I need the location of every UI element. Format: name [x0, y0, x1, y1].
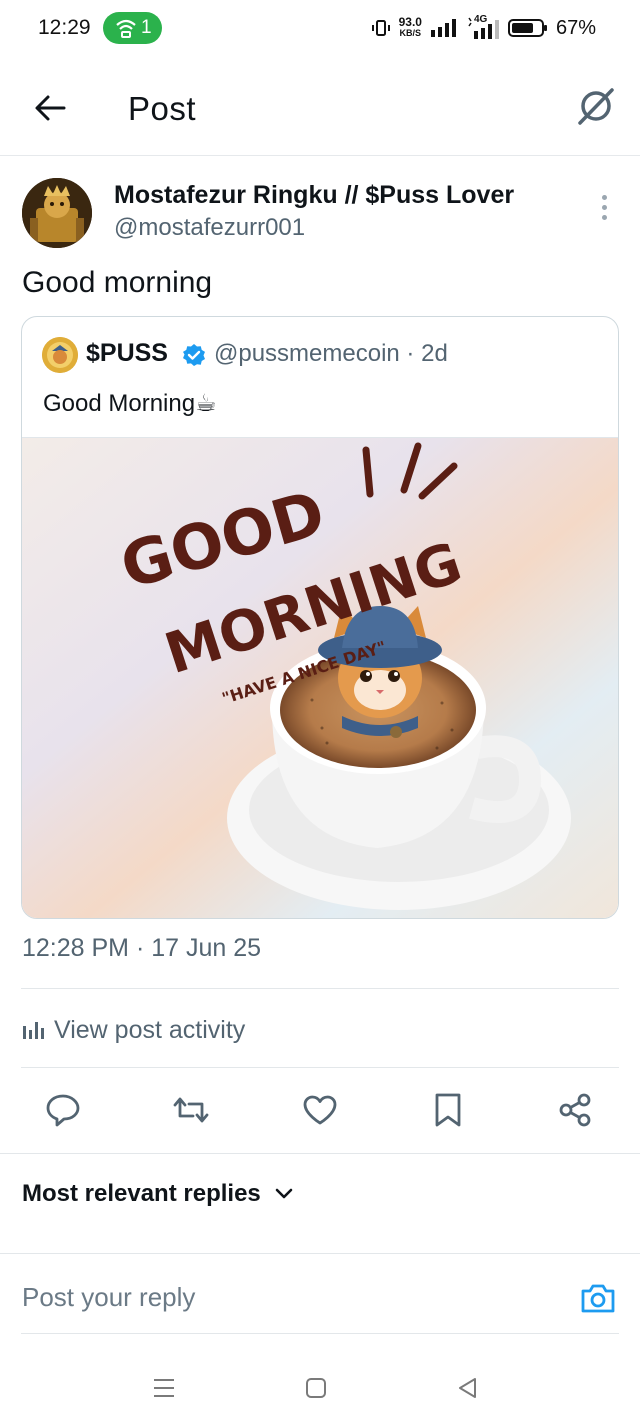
verified-badge-icon — [183, 344, 205, 366]
repost-button[interactable] — [169, 1088, 213, 1132]
divider — [21, 1067, 619, 1068]
quoted-post-card[interactable]: $PUSS @pussmemecoin · 2d Good Morning☕ G… — [21, 316, 619, 919]
quoted-handle-time: @pussmemecoin · 2d — [214, 340, 448, 367]
signal-4g-indicator: 4G — [466, 14, 500, 40]
avatar-image — [22, 178, 92, 248]
quoted-avatar[interactable] — [42, 337, 78, 373]
page-title: Post — [128, 90, 197, 127]
chevron-down-icon — [275, 1188, 293, 1199]
top-app-bar: Post — [0, 60, 640, 156]
signal-icon — [430, 19, 456, 37]
status-bar: 12:29 1 93.0 KB/S 4G 67% — [0, 0, 640, 56]
hotspot-icon — [116, 19, 136, 38]
author-handle[interactable]: @mostafezurr001 — [114, 214, 305, 242]
divider — [0, 1153, 640, 1154]
bookmark-icon — [435, 1093, 461, 1127]
arrow-left-icon — [35, 95, 66, 121]
camera-icon — [581, 1284, 615, 1313]
camera-button[interactable] — [580, 1280, 616, 1316]
grok-button[interactable] — [574, 84, 618, 128]
repost-icon — [173, 1097, 209, 1123]
back-button[interactable] — [28, 86, 72, 130]
battery-icon — [507, 19, 547, 37]
net-speed-value: 93.0 — [398, 15, 422, 29]
author-name[interactable]: Mostafezur Ringku // $Puss Lover — [114, 181, 514, 210]
nav-back-button[interactable] — [448, 1368, 488, 1408]
net-speed-unit: KB/S — [399, 28, 422, 38]
net-speed: 93.0 KB/S — [398, 15, 422, 39]
replies-sort-dropdown[interactable]: Most relevant replies — [22, 1180, 293, 1208]
divider — [21, 1333, 619, 1334]
quoted-post-image[interactable]: GOOD MORNING "HAVE A NICE DAY" — [22, 437, 618, 918]
menu-lines-icon — [154, 1379, 174, 1397]
bookmark-button[interactable] — [426, 1088, 470, 1132]
status-right-group: 93.0 KB/S 4G 67% — [371, 14, 596, 42]
view-post-activity-button[interactable]: View post activity — [22, 1012, 245, 1048]
home-square-icon — [306, 1378, 326, 1398]
post-timestamp[interactable]: 12:28 PM · 17 Jun 25 — [22, 934, 261, 963]
system-nav-bar — [0, 1352, 640, 1422]
view-post-activity-label: View post activity — [54, 1015, 246, 1044]
post-action-bar — [0, 1080, 640, 1140]
post-text: Good morning — [22, 266, 213, 299]
divider — [21, 988, 619, 989]
author-avatar[interactable] — [22, 178, 92, 248]
analytics-icon — [23, 1022, 44, 1039]
quoted-post-text: Good Morning☕ — [43, 390, 217, 417]
good-morning-coffee-image: GOOD MORNING "HAVE A NICE DAY" — [22, 438, 618, 918]
more-dot-icon — [601, 214, 607, 220]
grok-icon — [578, 88, 614, 125]
vibrate-icon — [371, 20, 390, 36]
battery-percent: 67% — [555, 16, 596, 39]
more-dot-icon — [601, 194, 607, 200]
hotspot-count: 1 — [141, 17, 152, 38]
nav-home-button[interactable] — [296, 1368, 336, 1408]
status-time: 12:29 — [38, 16, 91, 39]
quoted-author-name[interactable]: $PUSS — [86, 339, 168, 368]
more-options-button[interactable] — [592, 190, 616, 224]
share-button[interactable] — [553, 1088, 597, 1132]
reply-composer — [0, 1256, 640, 1334]
heart-icon — [303, 1095, 337, 1125]
like-button[interactable] — [298, 1088, 342, 1132]
network-type: 4G — [473, 14, 488, 25]
more-dot-icon — [601, 204, 607, 210]
nav-recents-button[interactable] — [144, 1368, 184, 1408]
reply-input[interactable] — [22, 1282, 522, 1313]
triangle-back-icon — [459, 1378, 476, 1398]
reply-button[interactable] — [41, 1088, 85, 1132]
reply-icon — [46, 1094, 80, 1127]
divider — [0, 1253, 640, 1254]
hotspot-indicator: 1 — [103, 12, 162, 44]
replies-sort-label: Most relevant replies — [22, 1180, 261, 1207]
quoted-avatar-image — [42, 337, 78, 373]
share-icon — [559, 1093, 591, 1127]
